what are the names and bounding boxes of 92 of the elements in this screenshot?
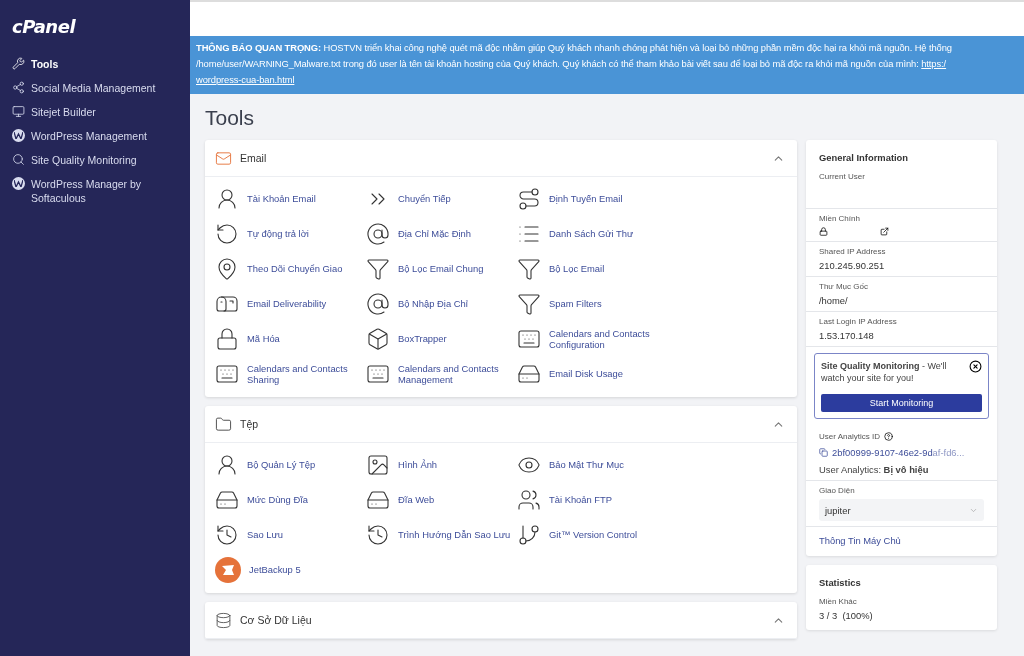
tool-link[interactable]: Mã Hóa bbox=[215, 321, 366, 356]
image-icon bbox=[366, 452, 390, 477]
tool-link[interactable]: Tài Khoản FTP bbox=[517, 482, 668, 517]
tool-link[interactable]: Email Deliverability bbox=[215, 286, 366, 321]
tool-link[interactable]: Calendars and Contacts Sharing bbox=[215, 356, 366, 391]
server-info-link[interactable]: Thông Tin Máy Chủ bbox=[806, 527, 997, 552]
tool-link[interactable]: Calendars and Contacts Configuration bbox=[517, 321, 668, 356]
tool-link[interactable]: Tự động trả lời bbox=[215, 216, 366, 251]
route-icon bbox=[517, 186, 541, 211]
lock-icon bbox=[215, 326, 239, 351]
folder-icon bbox=[215, 415, 232, 433]
sidebar-item[interactable]: WordPress Management bbox=[12, 125, 190, 149]
box-icon bbox=[366, 326, 390, 351]
database-icon bbox=[215, 611, 232, 629]
close-icon[interactable] bbox=[969, 360, 982, 373]
wordpress-icon bbox=[12, 177, 25, 190]
tool-link[interactable]: Bộ Lọc Email Chung bbox=[366, 251, 517, 286]
panel-title: General Information bbox=[818, 151, 910, 165]
field-value: 1.53.170.148 bbox=[819, 330, 875, 341]
sidebar-item[interactable]: Tools bbox=[12, 53, 190, 77]
tool-link[interactable]: Định Tuyến Email bbox=[517, 181, 668, 216]
section-title: Tệp bbox=[240, 418, 260, 430]
sidebar-item[interactable]: Sitejet Builder bbox=[12, 101, 190, 125]
field-label: Miền Khác bbox=[819, 597, 858, 606]
sidebar-item[interactable]: WordPress Manager by Softaculous bbox=[12, 173, 190, 211]
panel-title: Statistics bbox=[818, 576, 862, 590]
tool-link[interactable]: Bộ Quản Lý Tệp bbox=[215, 447, 366, 482]
tools-icon bbox=[12, 57, 25, 70]
tool-link[interactable]: Email Disk Usage bbox=[517, 356, 668, 391]
tool-link[interactable]: Bộ Nhập Địa Chỉ bbox=[366, 286, 517, 321]
tool-link[interactable]: Tài Khoản Email bbox=[215, 181, 366, 216]
filter-icon bbox=[517, 291, 541, 316]
tool-link[interactable]: Theo Dõi Chuyển Giao bbox=[215, 251, 366, 286]
field-label: Last Login IP Address bbox=[819, 317, 898, 326]
cpanel-logo[interactable]: cPanel bbox=[12, 16, 76, 37]
tool-link[interactable]: Trình Hướng Dẫn Sao Lưu bbox=[366, 517, 517, 552]
section-header[interactable]: Cơ Sở Dữ Liệu bbox=[205, 602, 797, 639]
field-label: Shared IP Address bbox=[819, 247, 887, 256]
section-title: Email bbox=[240, 152, 268, 164]
copy-icon[interactable] bbox=[819, 448, 828, 457]
start-monitoring-button[interactable]: Start Monitoring bbox=[821, 394, 982, 412]
tool-link[interactable]: Calendars and Contacts Management bbox=[366, 356, 517, 391]
field-label: Miền Chính bbox=[819, 214, 861, 223]
section-header[interactable]: Email bbox=[205, 140, 797, 177]
field-value: 210.245.90.251 bbox=[819, 260, 886, 271]
tool-link[interactable]: Đĩa Web bbox=[366, 482, 517, 517]
theme-select[interactable]: jupiter bbox=[819, 499, 984, 521]
help-icon[interactable] bbox=[883, 432, 893, 441]
analytics-status: User Analytics: Bị vô hiệu bbox=[819, 464, 930, 475]
field-label: Thư Mục Gốc bbox=[819, 282, 869, 291]
external-link-icon[interactable] bbox=[880, 227, 889, 236]
section-title: Cơ Sở Dữ Liệu bbox=[240, 614, 313, 626]
field-label: Current User bbox=[819, 172, 866, 181]
notice-text: THÔNG BÁO QUAN TRỌNG: HOSTVN triển khai công nghệ quét mã độc nhằm giúp Quý khách nhanh chóng phát hiện và loại bỏ những phần mềm độc hại ra khỏi mã nguồn. Hệ thống bbox=[196, 42, 952, 53]
tool-link[interactable]: BoxTrapper bbox=[366, 321, 517, 356]
share-icon bbox=[12, 81, 25, 94]
at-sign-icon bbox=[366, 221, 390, 246]
tool-link[interactable]: Git™ Version Control bbox=[517, 517, 668, 552]
git-branch-icon bbox=[517, 522, 541, 547]
tool-link[interactable]: Spam Filters bbox=[517, 286, 668, 321]
tool-link[interactable]: Danh Sách Gửi Thư bbox=[517, 216, 668, 251]
clock-arrow-icon bbox=[366, 522, 390, 547]
wordpress-icon bbox=[12, 129, 25, 142]
sidebar-item[interactable]: Site Quality Monitoring bbox=[12, 149, 190, 173]
lock-icon bbox=[819, 227, 828, 236]
tool-link[interactable]: Bộ Lọc Email bbox=[517, 251, 668, 286]
field-label: Giao Diện bbox=[819, 486, 856, 495]
notice-text: /home/user/WARNING_Malware.txt trong đó user là tên tài khoản hosting của Quý khách. Quý khách có thể tham khảo bài viết sau để loại bỏ mã độc ra khỏi mã nguồn của mình: bbox=[196, 58, 919, 69]
tool-link[interactable]: Mức Dùng Đĩa bbox=[215, 482, 366, 517]
field-label: User Analytics ID bbox=[819, 432, 880, 441]
stat-value: 3 / 3 (100%) bbox=[819, 610, 874, 621]
monitor-icon bbox=[12, 105, 25, 118]
filter-icon bbox=[517, 256, 541, 281]
tool-link[interactable]: Bảo Mật Thư Mục bbox=[517, 447, 668, 482]
map-pin-icon bbox=[215, 256, 239, 281]
mail-icon bbox=[215, 149, 232, 167]
tool-link[interactable]: JetBackup 5 bbox=[215, 552, 366, 587]
section-header[interactable]: Tệp bbox=[205, 406, 797, 443]
at-sign-icon bbox=[366, 291, 390, 316]
promo-text: Site Quality Monitoring - We'll watch your site for you! bbox=[821, 360, 948, 384]
field-value: /home/ bbox=[819, 295, 849, 306]
clock-arrow-icon bbox=[215, 522, 239, 547]
tool-link[interactable]: Hình Ảnh bbox=[366, 447, 517, 482]
tool-link[interactable]: Địa Chỉ Mặc Định bbox=[366, 216, 517, 251]
tool-link[interactable]: Chuyển Tiếp bbox=[366, 181, 517, 216]
analytics-id: 2bf00999-9107-46e2-9daf-fd6... bbox=[832, 447, 965, 458]
page-title: Tools bbox=[205, 106, 255, 130]
filter-icon bbox=[366, 256, 390, 281]
users-icon bbox=[517, 487, 541, 512]
sidebar-item[interactable]: Social Media Management bbox=[12, 77, 190, 101]
tool-link[interactable]: Sao Lưu bbox=[215, 517, 366, 552]
search-icon bbox=[12, 153, 25, 166]
